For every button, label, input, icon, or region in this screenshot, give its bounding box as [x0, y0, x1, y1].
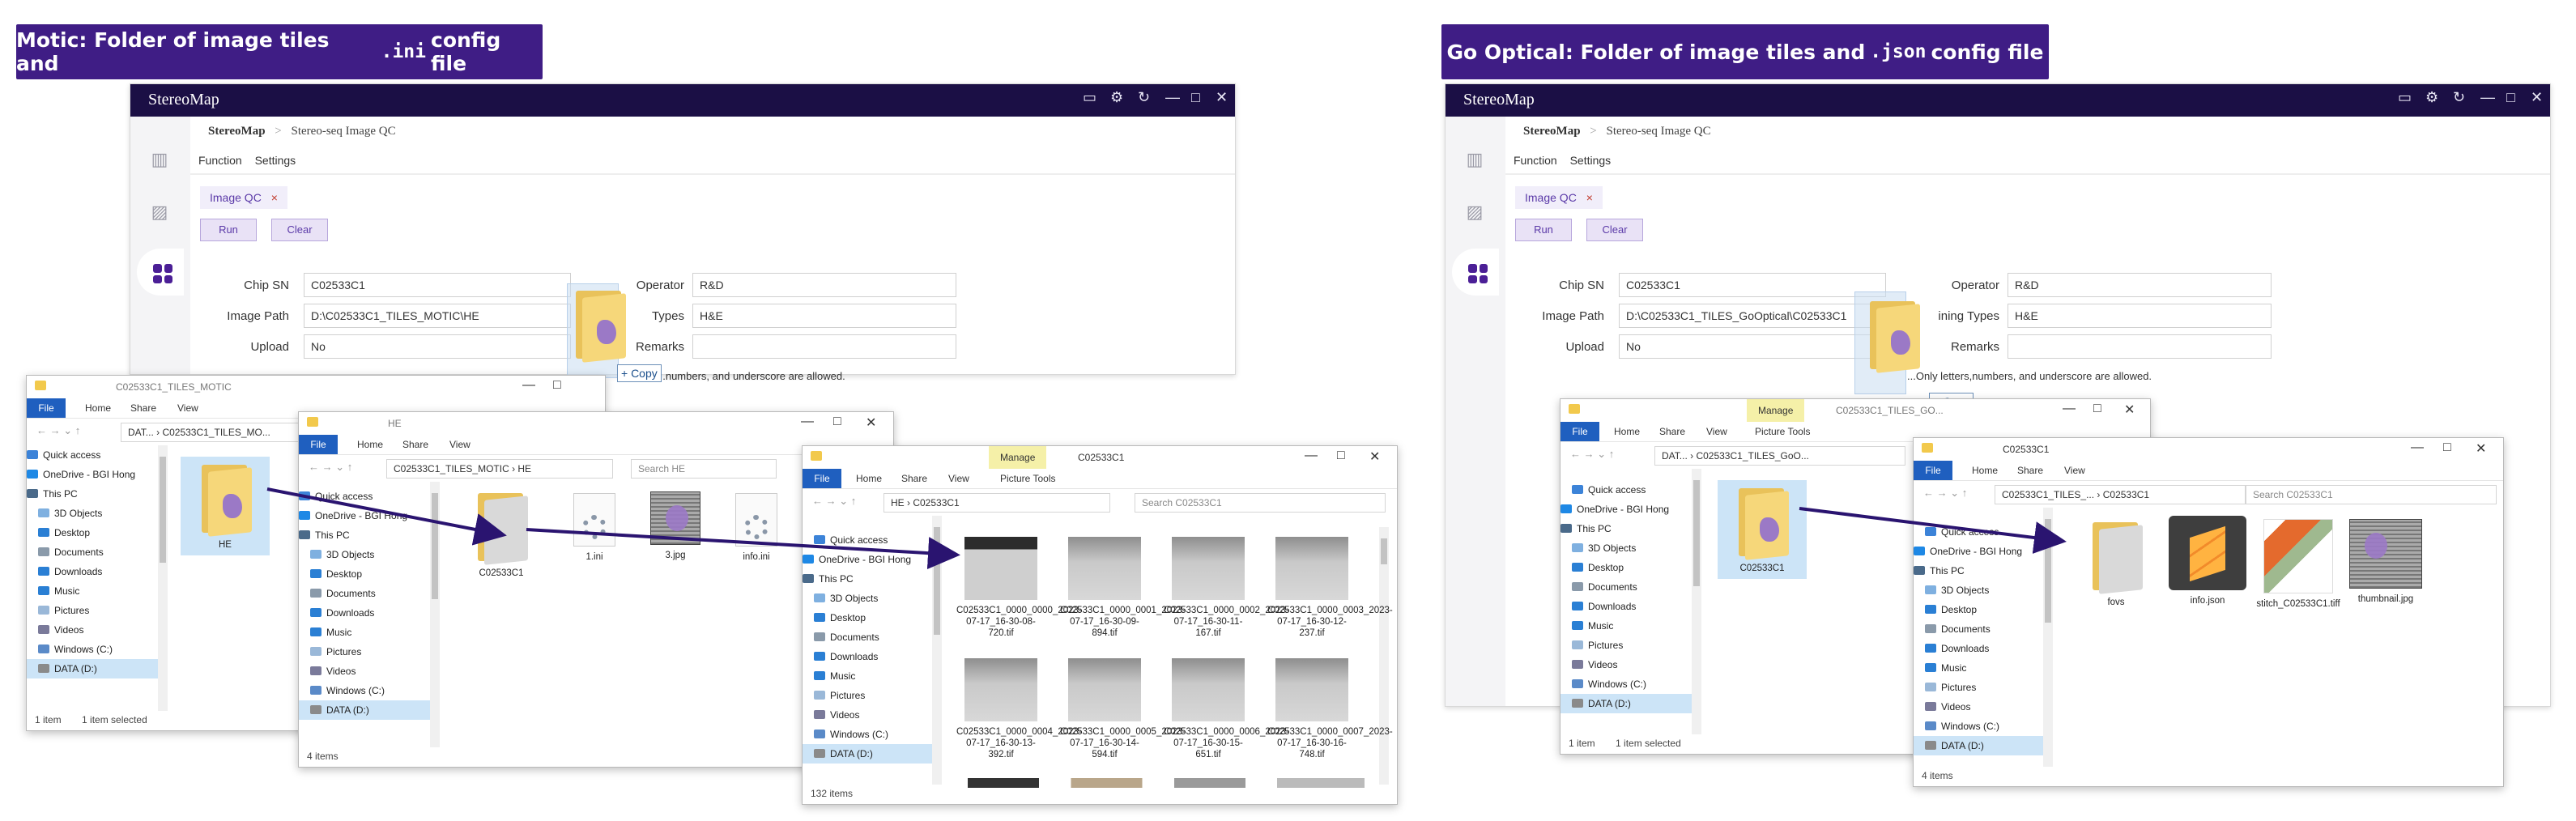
arrow-folder-to-tiles — [526, 528, 960, 570]
arrow-he-to-folder — [266, 487, 507, 546]
arrow-goopt-folder-to-files — [1799, 507, 2067, 554]
flow-arrows — [266, 487, 2067, 570]
